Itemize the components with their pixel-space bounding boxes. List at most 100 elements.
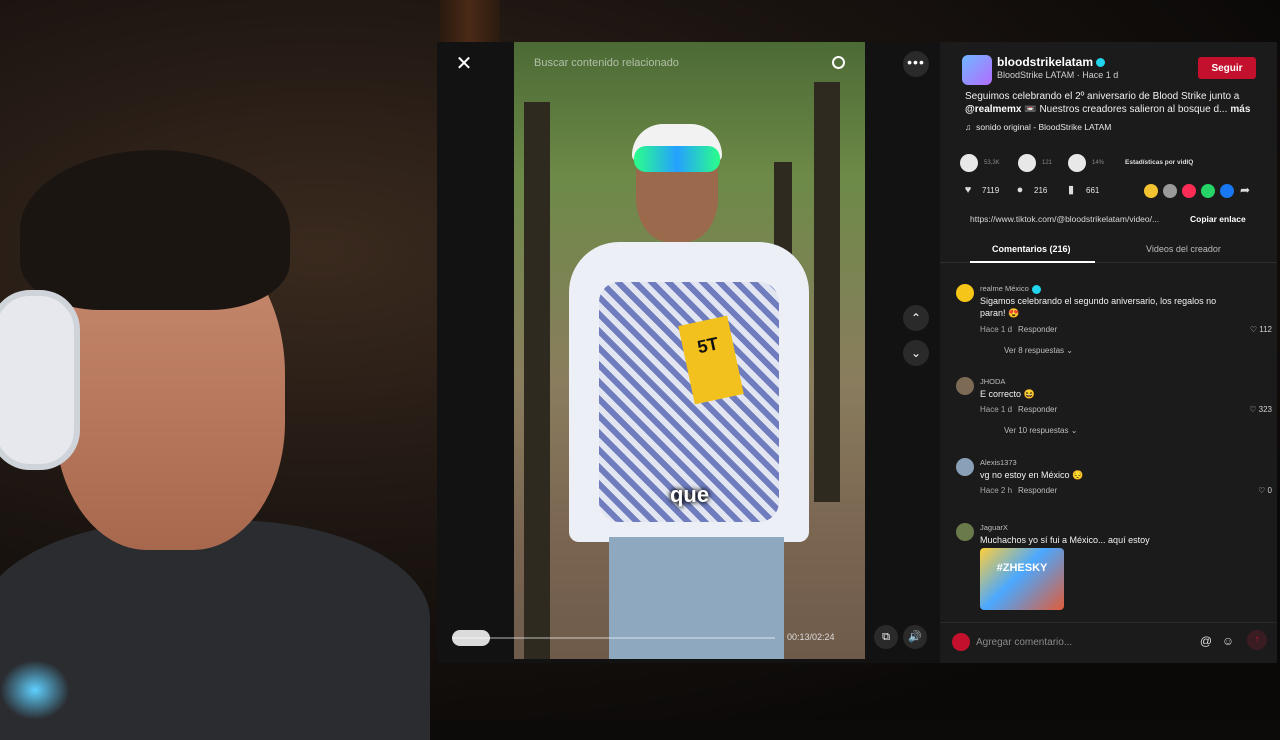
related-search-input[interactable]: Buscar contenido relacionado [534,57,679,69]
comment-time: Hace 1 d [980,325,1013,334]
comment-item: JaguarX Muchachos yo sí fui a México... … [956,523,1272,618]
vidiq-label: Estadísticas por vidIQ [1125,159,1194,166]
author-subtitle: BloodStrike LATAM · Hace 1 d [997,70,1119,80]
saves-count: 661 [1086,186,1100,195]
streamer-webcam [0,140,430,740]
comments-count: 216 [1034,186,1048,195]
commenter-name-row[interactable]: realme México [980,284,1041,294]
friends-share-icon[interactable] [1163,184,1177,198]
comment-time: Hace 2 h [980,486,1013,495]
sound-row[interactable]: ♫ sonido original - BloodStrike LATAM [965,122,1111,132]
streamer-hair [20,150,290,310]
stat-views: 53,3K [984,160,1000,166]
time-readout: 00:13/02:24 [787,632,835,642]
video-player[interactable]: 5T Buscar contenido relacionado que [514,42,865,659]
tab-comments[interactable]: Comentarios (216) [992,244,1071,254]
comment-like-button[interactable]: ♡ 112 [1250,325,1272,334]
active-tab-indicator [970,261,1095,263]
commenter-avatar[interactable] [956,377,974,395]
stat-percent: 14% [1092,160,1105,166]
commenter-name[interactable]: JHODA [980,377,1005,386]
background-curtain [440,0,500,42]
commenter-name[interactable]: Alexis1373 [980,458,1017,467]
stat-icon [1018,154,1036,172]
comment-like-button[interactable]: ♡ 0 [1258,486,1272,495]
author-avatar[interactable] [962,55,992,85]
comment-meta: Hace 1 d Responder [980,325,1057,334]
vidiq-stats: 53,3K 121 14% Estadísticas por vidIQ [960,154,1260,174]
floating-player-button[interactable]: ⧉ [874,625,898,649]
tabs: Comentarios (216) Videos del creador [940,237,1277,263]
author-name[interactable]: bloodstrikelatam [997,55,1093,69]
view-replies-button[interactable]: Ver 10 respuestas ⌄ [1004,426,1077,435]
commenter-name[interactable]: JaguarX [980,523,1008,532]
author-name-row[interactable]: bloodstrikelatam [997,55,1106,69]
comment-likes: 112 [1259,325,1272,334]
share-arrow-icon[interactable]: ➦ [1239,184,1251,196]
more-link[interactable]: más [1230,104,1250,115]
next-video-button[interactable]: ⌄ [903,340,929,366]
sunglasses [634,146,720,172]
verified-icon [1096,58,1106,68]
emoji-icon[interactable]: ☺ [1220,633,1236,649]
commenter-name[interactable]: realme México [980,284,1029,293]
comment-like-button[interactable]: ♡ 323 [1249,405,1272,414]
link-row: https://www.tiktok.com/@bloodstrikelatam… [964,213,1258,227]
heart-icon[interactable]: ♥ [962,184,974,196]
description-rest: 📼 Nuestros creadores salieron al bosque … [1024,104,1228,115]
view-replies-button[interactable]: Ver 8 respuestas ⌄ [1004,346,1073,355]
video-caption: que [669,482,710,507]
comment-text: E correcto 😆 [980,389,1035,399]
person-jeans [609,537,784,659]
tiktok-video-modal: ✕ 5T Buscar contenido relacionado que 00… [437,42,1277,663]
send-share-icon[interactable] [1182,184,1196,198]
whatsapp-share-icon[interactable] [1201,184,1215,198]
headset [0,290,80,470]
stat-value: 121 [1042,160,1053,166]
facebook-share-icon[interactable] [1220,184,1234,198]
mention-link[interactable]: @realmemx [965,104,1021,115]
commenter-avatar[interactable] [956,284,974,302]
video-zone: ✕ 5T Buscar contenido relacionado que 00… [437,42,940,663]
side-panel: bloodstrikelatam BloodStrike LATAM · Hac… [940,42,1277,663]
copy-link-button[interactable]: Copiar enlace [1190,214,1246,224]
mention-icon[interactable]: @ [1198,633,1214,649]
video-link[interactable]: https://www.tiktok.com/@bloodstrikelatam… [970,214,1180,224]
comment-text: Muchachos yo sí fui a México... aquí est… [980,535,1150,545]
previous-video-button[interactable]: ⌃ [903,305,929,331]
sound-name[interactable]: sonido original - BloodStrike LATAM [976,122,1111,132]
comment-composer: @ ☺ ↑ [940,622,1277,663]
search-icon[interactable] [832,56,845,69]
bookmark-icon[interactable]: ▮ [1065,184,1077,196]
progress-bar[interactable] [452,637,775,639]
stat-icon [1068,154,1086,172]
tab-creator-videos[interactable]: Videos del creador [1146,244,1221,254]
progress-handle[interactable] [452,630,490,646]
mic-light [0,660,70,720]
comment-text: vg no estoy en México 😔 [980,470,1084,480]
comment-meta: Hace 1 d Responder [980,405,1057,414]
send-button[interactable]: ↑ [1247,630,1267,650]
more-options-button[interactable]: ••• [903,51,929,77]
my-avatar [952,633,970,651]
comment-item: Alexis1373 vg no estoy en México 😔 Hace … [956,458,1272,498]
comment-text: Sigamos celebrando el segundo aniversari… [980,296,1217,318]
comment-sticker-image[interactable]: #ZHESKY [980,548,1064,610]
close-button[interactable]: ✕ [451,51,477,77]
commenter-avatar[interactable] [956,523,974,541]
comment-input[interactable] [976,631,1186,653]
reply-button[interactable]: Responder [1018,405,1057,414]
comment-item: realme México Sigamos celebrando el segu… [956,284,1272,364]
description-text: Seguimos celebrando el 2º aniversario de… [965,91,1240,102]
comment-likes: 323 [1258,405,1272,414]
comment-item: JHODA E correcto 😆 Hace 1 d Responder ♡ 3… [956,377,1272,437]
volume-button[interactable]: 🔊 [903,625,927,649]
comment-meta: Hace 2 h Responder [980,486,1057,495]
reply-button[interactable]: Responder [1018,325,1057,334]
comment-icon[interactable]: ● [1014,184,1026,196]
reply-button[interactable]: Responder [1018,486,1057,495]
tree [814,82,840,502]
commenter-avatar[interactable] [956,458,974,476]
follow-button[interactable]: Seguir [1198,57,1256,79]
embed-share-icon[interactable] [1144,184,1158,198]
